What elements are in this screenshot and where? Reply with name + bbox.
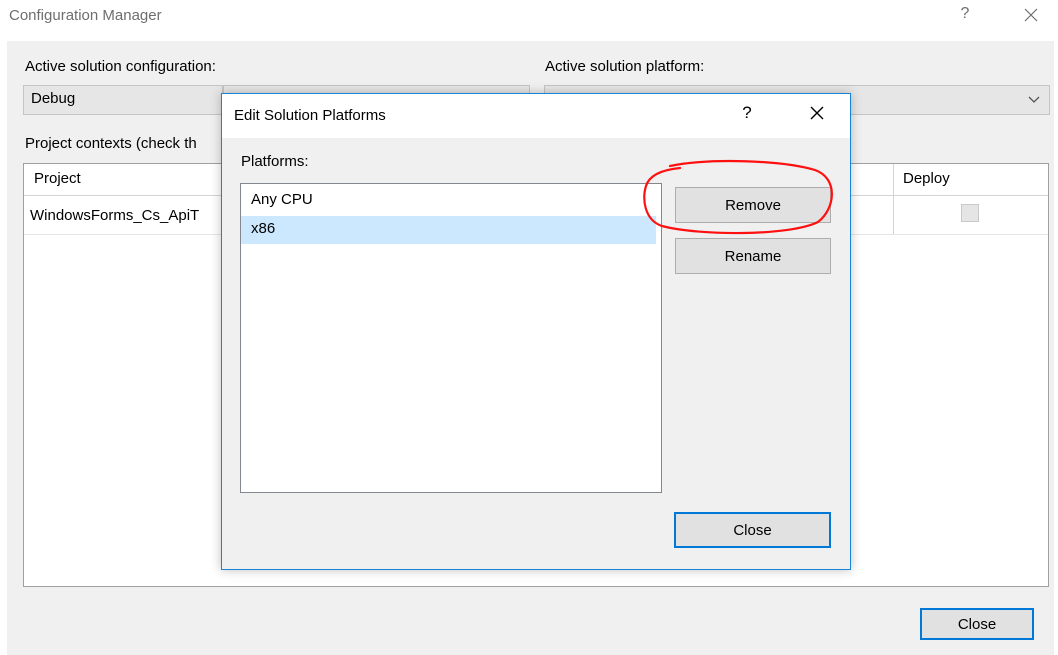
remove-button[interactable]: Remove bbox=[675, 187, 831, 223]
close-button[interactable]: Close bbox=[920, 608, 1034, 640]
dialog-close-button[interactable] bbox=[806, 102, 828, 124]
chevron-down-icon[interactable] bbox=[1027, 93, 1041, 107]
active-platform-label: Active solution platform: bbox=[545, 58, 705, 75]
list-item-x86[interactable]: x86 bbox=[241, 216, 656, 244]
rename-button[interactable]: Rename bbox=[675, 238, 831, 274]
close-icon bbox=[810, 106, 824, 120]
platforms-label: Platforms: bbox=[241, 153, 309, 170]
close-icon bbox=[1024, 8, 1038, 22]
dialog-help-button[interactable]: ? bbox=[739, 103, 755, 123]
active-configuration-label: Active solution configuration: bbox=[25, 58, 216, 75]
column-divider bbox=[893, 164, 894, 235]
window-close-button[interactable] bbox=[1018, 2, 1044, 28]
table-row-project-cell[interactable]: WindowsForms_Cs_ApiT bbox=[30, 207, 220, 224]
column-header-project[interactable]: Project bbox=[34, 170, 81, 187]
list-item-any-cpu[interactable]: Any CPU bbox=[241, 187, 656, 215]
active-configuration-dropdown[interactable]: Debug bbox=[23, 85, 223, 115]
deploy-checkbox[interactable] bbox=[961, 204, 979, 222]
project-contexts-label: Project contexts (check th bbox=[25, 135, 197, 152]
dialog-close-button-bottom[interactable]: Close bbox=[674, 512, 831, 548]
dialog-title: Edit Solution Platforms bbox=[234, 107, 386, 124]
help-button[interactable]: ? bbox=[955, 5, 975, 23]
column-header-deploy[interactable]: Deploy bbox=[903, 170, 950, 187]
window-title: Configuration Manager bbox=[9, 7, 162, 24]
